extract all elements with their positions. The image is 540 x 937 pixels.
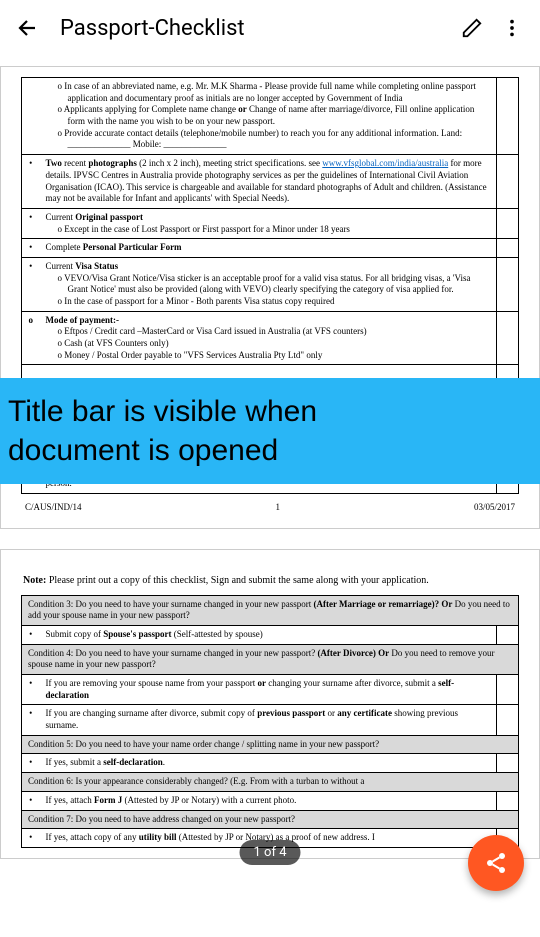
list-item: Applicants applying for Complete name ch… xyxy=(58,104,491,127)
list-item: If yes, submit a self-declaration. xyxy=(40,754,497,773)
share-button[interactable] xyxy=(468,835,524,891)
document-page-2: Note: Please print out a copy of this ch… xyxy=(0,549,540,859)
kebab-menu-icon xyxy=(501,17,523,39)
condition-row: Condition 3: Do you need to have your su… xyxy=(22,595,519,625)
list-item: Two recent photographs (2 inch x 2 inch)… xyxy=(40,155,497,209)
more-menu-button[interactable] xyxy=(492,8,532,48)
document-viewport[interactable]: In case of an abbreviated name, e.g. Mr.… xyxy=(0,56,540,937)
condition-row: Condition 7: Do you need to have address… xyxy=(22,810,519,829)
list-item: Provide accurate contact details (teleph… xyxy=(58,128,491,151)
footer-page: 1 xyxy=(276,502,281,514)
list-item: If yes, attach Form J (Attested by JP or… xyxy=(40,791,497,810)
list-item: In case of an abbreviated name, e.g. Mr.… xyxy=(58,81,491,104)
info-banner: Title bar is visible when document is op… xyxy=(0,378,540,484)
list-item: Complete Personal Particular Form xyxy=(40,239,497,258)
footer-date: 03/05/2017 xyxy=(474,502,515,514)
list-item: Submit copy of Spouse's passport (Self-a… xyxy=(40,625,497,644)
note-text: Note: Please print out a copy of this ch… xyxy=(21,560,519,595)
condition-row: Condition 5: Do you need to have your na… xyxy=(22,735,519,754)
back-arrow-icon xyxy=(16,16,40,40)
vfs-link[interactable]: www.vfsglobal.com/india/australia xyxy=(322,158,448,168)
list-item: If you are changing surname after divorc… xyxy=(40,705,497,735)
list-item: Current Visa StatusVEVO/Visa Grant Notic… xyxy=(40,257,497,311)
banner-line: Title bar is visible when xyxy=(8,392,532,431)
back-button[interactable] xyxy=(8,8,48,48)
list-item: If you are removing your spouse name fro… xyxy=(40,675,497,705)
pencil-icon xyxy=(461,17,483,39)
list-item: Current Original passportExcept in the c… xyxy=(40,208,497,238)
share-icon xyxy=(484,851,508,875)
condition-row: Condition 4: Do you need to have your su… xyxy=(22,644,519,674)
footer-ref: C/AUS/IND/14 xyxy=(25,502,82,514)
edit-button[interactable] xyxy=(452,8,492,48)
page-indicator: 1 of 4 xyxy=(240,840,301,865)
checklist-table: Condition 3: Do you need to have your su… xyxy=(21,595,519,848)
banner-line: document is opened xyxy=(8,431,532,470)
page-title: Passport-Checklist xyxy=(60,16,452,41)
page-footer: C/AUS/IND/14 1 03/05/2017 xyxy=(21,494,519,518)
app-header: Passport-Checklist xyxy=(0,0,540,56)
condition-row: Condition 6: Is your appearance consider… xyxy=(22,773,519,792)
list-item: Mode of payment:-Eftpos / Credit card –M… xyxy=(40,311,497,365)
